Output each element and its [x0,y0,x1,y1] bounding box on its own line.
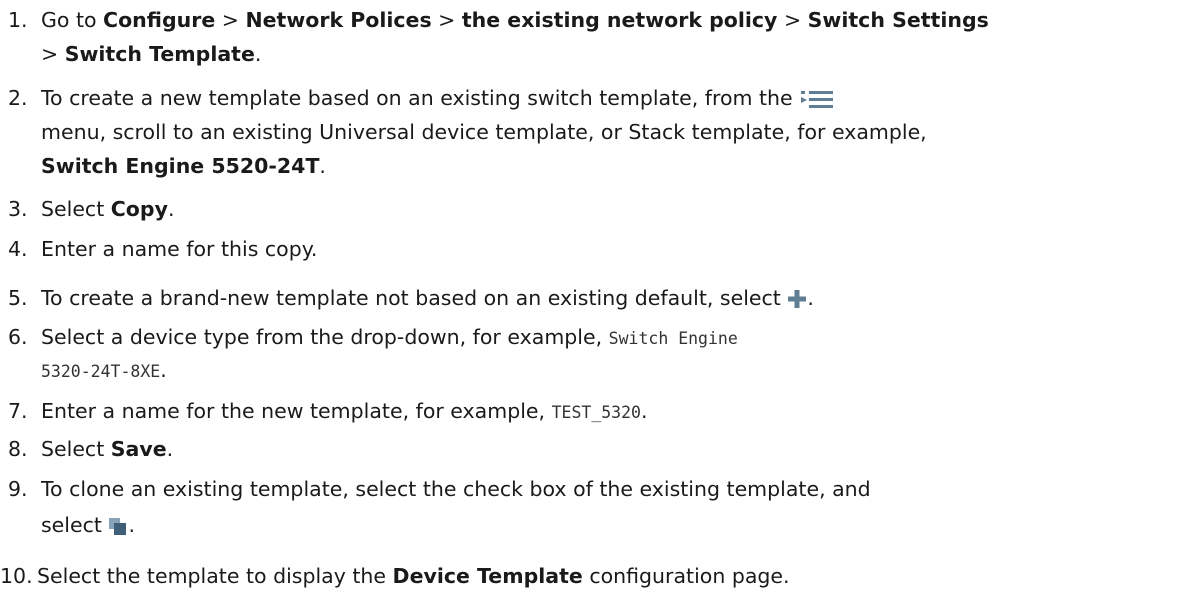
menu-list-icon [799,88,835,110]
step-number: 4. [8,237,28,261]
ui-label: Configure [103,8,216,32]
step-text: Select the template to display the Devic… [37,564,790,588]
step-text-cont: Switch Engine 5520-24T. [41,154,326,178]
step-text: Enter a name for the new template, for e… [41,399,648,423]
step-text-cont: menu, scroll to an existing Universal de… [41,120,927,144]
ui-label: Save [110,437,167,461]
step-text: To clone an existing template, select th… [41,477,871,501]
step-text: To create a new template based on an exi… [41,86,835,110]
step-text: To create a brand-new template not based… [41,286,814,310]
step-number: 9. [8,477,28,501]
step-number: 3. [8,197,28,221]
ui-label: Switch Settings [807,8,989,32]
step-number: 8. [8,437,28,461]
ui-label: Switch Template [64,42,255,66]
ui-label: Network Polices [245,8,432,32]
ui-label: Copy [110,197,168,221]
step-text: Select a device type from the drop-down,… [41,325,738,349]
ui-label: Switch Engine 5520-24T [41,154,320,178]
step-text: Select Copy. [41,197,175,221]
step-number: 1. [8,8,28,32]
code-value: Switch Engine [608,329,738,348]
step-number: 7. [8,399,28,423]
step-number: 5. [8,286,28,310]
clone-icon [108,516,128,536]
step-text-cont: > Switch Template. [41,42,262,66]
step-text: Go to Configure > Network Polices > the … [41,8,989,32]
ui-label: Device Template [392,564,583,588]
code-value: 5320-24T-8XE [41,362,161,381]
step-number: 6. [8,325,28,349]
procedure-steps: 1. Go to Configure > Network Polices > t… [0,0,1189,613]
code-value: TEST_5320 [551,403,641,422]
step-text-cont: select . [41,513,135,537]
step-number: 10. [0,564,33,588]
step-number: 2. [8,86,28,110]
ui-label: the existing network policy [461,8,778,32]
step-text-cont: 5320-24T-8XE. [41,358,167,382]
plus-icon [787,289,807,309]
step-text: Select Save. [41,437,174,461]
step-text: Enter a name for this copy. [41,237,318,261]
